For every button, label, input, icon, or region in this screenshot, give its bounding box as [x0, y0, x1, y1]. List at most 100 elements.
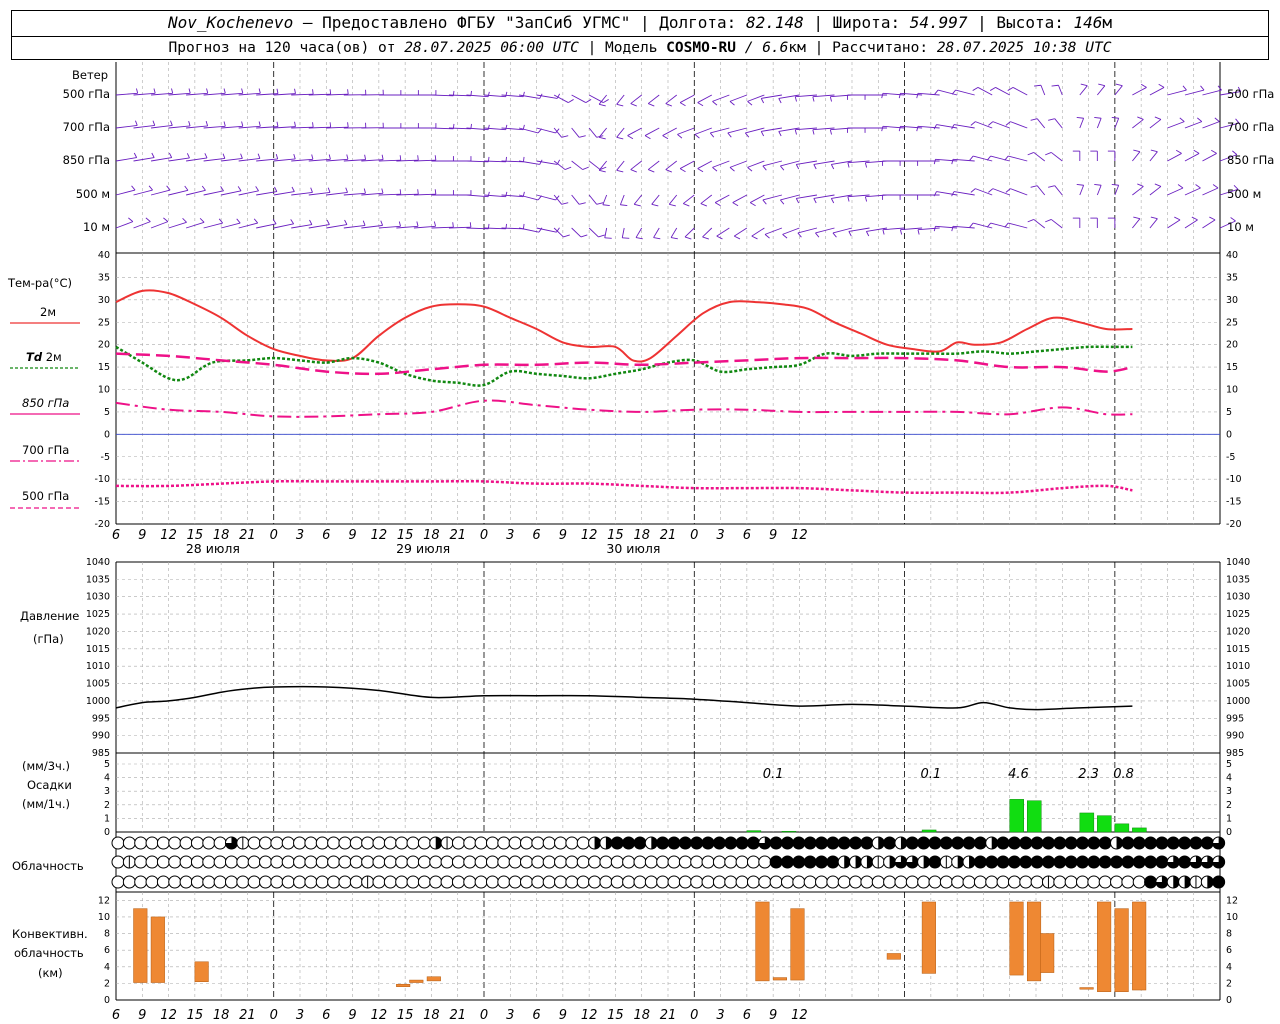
pressure-tick-label: 1000 — [86, 696, 110, 707]
wind-barb-feather — [1200, 85, 1205, 91]
cloud-symbol — [1075, 855, 1089, 869]
wind-barb-feather — [201, 185, 206, 191]
cloud-symbol — [1098, 875, 1112, 889]
convective-bar — [426, 976, 441, 982]
wind-barb-feather — [1048, 118, 1055, 121]
cloud-symbol — [156, 836, 170, 850]
wind-barb — [712, 94, 730, 102]
wind-barb — [653, 227, 660, 238]
wind-barb-feather — [683, 203, 690, 207]
wind-barb — [221, 222, 241, 229]
hour-tick-label-bottom: 15 — [607, 1008, 624, 1023]
temp-tick-label: 35 — [98, 272, 110, 283]
wind-barb-feather — [832, 232, 837, 238]
wind-barb — [273, 191, 295, 196]
wind-barb — [1008, 155, 1028, 162]
clouds-label: Облачность — [12, 859, 84, 873]
cloud-symbol — [1166, 836, 1180, 850]
pressure-unit: (гПа) — [33, 632, 64, 646]
hour-tick-label-bottom: 12 — [371, 1008, 388, 1023]
cloud-symbol — [1144, 875, 1158, 889]
temp-tick-label-right: -10 — [1226, 474, 1242, 485]
wind-barb — [518, 227, 540, 233]
cloud-symbol — [1053, 836, 1067, 850]
convective-tick-label-right: 4 — [1226, 962, 1232, 973]
cloud-symbol — [395, 855, 409, 869]
cloud-symbol — [417, 836, 431, 850]
precip-tick-label-right: 5 — [1226, 759, 1232, 770]
cloud-symbol — [883, 836, 897, 850]
hour-tick-label: 9 — [348, 528, 356, 543]
cloud-symbol — [270, 836, 284, 850]
wind-barb-feather — [347, 89, 349, 95]
wind-barb-feather — [276, 88, 279, 94]
cloud-symbol — [690, 836, 704, 850]
cloud-symbol — [701, 836, 715, 850]
cloud-symbol — [962, 836, 976, 850]
cloud-symbol — [179, 875, 193, 889]
cloud-symbol — [939, 836, 953, 850]
cloud-symbol — [678, 855, 692, 869]
cloud-symbol — [724, 855, 738, 869]
date-label: 28 июля — [186, 541, 240, 556]
cloud-symbol — [429, 875, 443, 889]
precip-tick-label: 4 — [104, 773, 110, 784]
convective-bar — [755, 901, 770, 982]
wind-barb-feather — [311, 154, 314, 160]
cloud-symbol — [1087, 875, 1101, 889]
temp-tick-label: -10 — [94, 474, 110, 485]
temperature-series — [115, 289, 1133, 495]
cloud-symbol — [247, 855, 261, 869]
pressure-tick-label: 1020 — [86, 626, 110, 637]
wind-barb-feather — [762, 165, 767, 171]
wind-barb — [553, 160, 566, 170]
cloud-symbol — [519, 855, 533, 869]
cloud-symbol — [259, 836, 273, 850]
wind-barb — [627, 127, 642, 136]
wind-barb — [697, 94, 713, 103]
wind-barb — [604, 227, 608, 238]
hour-tick-label-bottom: 18 — [423, 1008, 440, 1023]
wind-barb-feather — [969, 222, 974, 228]
hour-tick-label-bottom: 6 — [743, 1008, 751, 1023]
cloud-symbol — [746, 875, 760, 889]
convective-bar — [1097, 901, 1112, 992]
wind-barb-feather — [290, 219, 295, 225]
wind-barb-feather — [712, 167, 718, 172]
temp-series-line — [115, 352, 1133, 376]
wind-barb — [797, 227, 818, 234]
cloud-symbol — [792, 875, 806, 889]
wind-barb-feather — [933, 159, 936, 165]
wind-barb — [616, 94, 625, 105]
cloud-symbol — [134, 875, 148, 889]
cloud-symbol — [599, 875, 613, 889]
wind-barb-feather — [1076, 116, 1084, 119]
hour-tick-label-bottom: 9 — [138, 1008, 146, 1023]
cloud-symbol — [633, 855, 647, 869]
pressure-tick-label: 985 — [92, 748, 110, 759]
wind-barb-feather — [989, 87, 996, 91]
wind-barb-feather — [327, 187, 331, 193]
wind-barb-feather — [1115, 83, 1123, 87]
wind-barb — [729, 94, 748, 102]
wind-barb-feather — [630, 169, 637, 173]
wind-barb — [1149, 218, 1158, 229]
wind-barb-feather — [1051, 84, 1059, 87]
pressure-tick-label: 1035 — [86, 574, 110, 585]
cloud-symbol — [497, 875, 511, 889]
cloud-symbol — [1030, 836, 1044, 850]
wind-barb-feather — [417, 189, 419, 195]
pressure-tick-label-right: 1020 — [1226, 626, 1250, 637]
wind-barb-feather — [258, 88, 261, 94]
cloud-symbol — [485, 855, 499, 869]
convective-label-3: (км) — [38, 966, 63, 980]
wind-barb — [185, 189, 206, 196]
wind-barb-feather — [135, 120, 138, 126]
wind-barb — [1096, 118, 1102, 129]
wind-barb — [1012, 87, 1028, 96]
cloud-symbol — [758, 875, 772, 889]
wind-barb-feather — [599, 169, 606, 173]
hour-tick-label: 3 — [296, 528, 304, 543]
precip-unit-3h: (мм/3ч.) — [22, 759, 70, 773]
legend-850-text: 850 гПа — [22, 396, 69, 410]
